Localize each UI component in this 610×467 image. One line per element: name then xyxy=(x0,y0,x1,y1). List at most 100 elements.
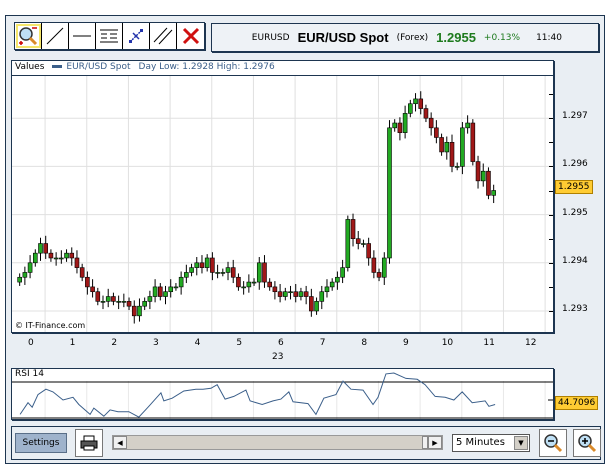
candle-body xyxy=(74,257,80,268)
quote-name: EUR/USD Spot xyxy=(297,30,389,45)
price-tick-label: 1.293 xyxy=(562,304,588,314)
values-label: Values xyxy=(15,62,45,72)
candle-body xyxy=(90,286,95,293)
candle-body xyxy=(428,117,434,129)
horizontal-line-icon xyxy=(73,35,91,37)
price-chart-panel: Values EUR/USD Spot Day Low: 1.2928 High… xyxy=(11,60,554,333)
zoom-in-button[interactable] xyxy=(573,429,601,457)
candle-body xyxy=(225,267,231,273)
candle-body xyxy=(168,286,174,293)
candle-body xyxy=(236,276,241,288)
candle-body xyxy=(241,286,246,289)
rsi-value-marker: 44.7096 xyxy=(555,396,599,410)
candle-body xyxy=(460,127,465,167)
candle-body xyxy=(199,262,205,268)
candle-body xyxy=(158,286,163,297)
candle-body xyxy=(381,257,387,278)
candle-body xyxy=(470,122,476,162)
candle-body xyxy=(387,127,392,259)
delete-tool-button[interactable] xyxy=(177,23,204,49)
candle-body xyxy=(371,257,377,273)
candle-body xyxy=(345,219,351,268)
candle-body xyxy=(475,161,481,182)
date-label: 23 xyxy=(272,352,284,362)
candle-body xyxy=(79,267,85,278)
candle-body xyxy=(48,252,54,259)
rsi-chart[interactable] xyxy=(12,369,553,419)
time-tick-label: 5 xyxy=(236,338,243,348)
time-tick-label: 3 xyxy=(153,338,159,348)
candle-body xyxy=(340,267,345,278)
time-tick-label: 4 xyxy=(194,338,201,348)
printer-icon xyxy=(80,435,98,451)
candle-body xyxy=(43,243,49,254)
scroll-thumb[interactable] xyxy=(422,436,428,449)
candle-body xyxy=(439,137,444,153)
time-scrollbar[interactable]: ◀ ▶ xyxy=(112,435,443,450)
time-tick-label: 7 xyxy=(319,338,326,348)
trend-line-tool-button[interactable] xyxy=(42,23,69,49)
candle-body xyxy=(204,257,210,268)
candle-body xyxy=(277,291,283,297)
candle-body xyxy=(376,272,382,278)
cross-arrows-icon xyxy=(129,29,143,43)
current-price-marker: 1.2955 xyxy=(555,180,593,194)
candle-body xyxy=(262,262,267,283)
price-tick-label: 1.297 xyxy=(562,111,588,122)
candle-body xyxy=(350,219,356,239)
settings-button[interactable]: Settings xyxy=(15,433,67,453)
candle-body xyxy=(324,286,330,293)
price-tick-mark xyxy=(549,166,553,168)
fibonacci-lines-icon xyxy=(100,29,118,43)
candle-body xyxy=(303,291,309,297)
quote-symbol: EURUSD xyxy=(251,32,290,43)
bottom-controls: Settings ◀ ▶ 5 Minutes ▼ xyxy=(11,426,601,460)
zoom-tool-button[interactable] xyxy=(15,23,42,49)
candle-body xyxy=(283,291,288,297)
zoom-in-icon xyxy=(578,434,597,453)
price-tick-mark xyxy=(549,286,553,288)
print-button[interactable] xyxy=(75,429,103,457)
day-range: Day Low: 1.2928 High: 1.2976 xyxy=(138,62,275,72)
candle-body xyxy=(392,122,397,129)
candle-body xyxy=(335,276,340,283)
quote-change: +0.13% xyxy=(483,32,521,43)
candle-body xyxy=(173,286,179,289)
price-tick-mark xyxy=(549,262,553,264)
candle-body xyxy=(251,281,257,284)
candle-body xyxy=(137,305,142,317)
candle-body xyxy=(449,142,455,167)
candle-body xyxy=(27,262,33,273)
candle-body xyxy=(189,267,194,273)
copyright-label: © IT-Finance.com xyxy=(15,321,86,330)
candle-body xyxy=(246,281,252,288)
candle-body xyxy=(178,276,184,288)
chevron-down-icon: ▼ xyxy=(514,436,528,450)
candlestick-chart[interactable] xyxy=(12,76,553,332)
candle-body xyxy=(314,301,319,312)
price-tick-mark xyxy=(549,311,553,312)
candle-body xyxy=(423,108,429,119)
channel-tool-button[interactable] xyxy=(150,23,177,49)
candle-body xyxy=(267,281,272,288)
fibonacci-tool-button[interactable] xyxy=(96,23,123,49)
time-tick-label: 6 xyxy=(278,338,284,348)
candle-body xyxy=(210,257,215,273)
candle-body xyxy=(22,272,28,278)
scroll-left-button[interactable]: ◀ xyxy=(113,436,127,449)
candle-body xyxy=(215,272,220,274)
candle-body xyxy=(126,301,132,307)
candle-body xyxy=(100,301,106,303)
fan-tool-button[interactable] xyxy=(123,23,150,49)
candle-body xyxy=(131,305,137,317)
candle-body xyxy=(402,113,408,133)
scroll-right-button[interactable]: ▶ xyxy=(428,436,442,449)
candle-body xyxy=(408,103,413,114)
horizontal-line-tool-button[interactable] xyxy=(69,23,96,49)
candle-body xyxy=(418,98,424,109)
interval-select[interactable]: 5 Minutes ▼ xyxy=(452,434,530,452)
candle-body xyxy=(293,291,299,297)
candle-body xyxy=(288,291,293,294)
candle-body xyxy=(434,127,439,138)
zoom-out-button[interactable] xyxy=(539,429,567,457)
